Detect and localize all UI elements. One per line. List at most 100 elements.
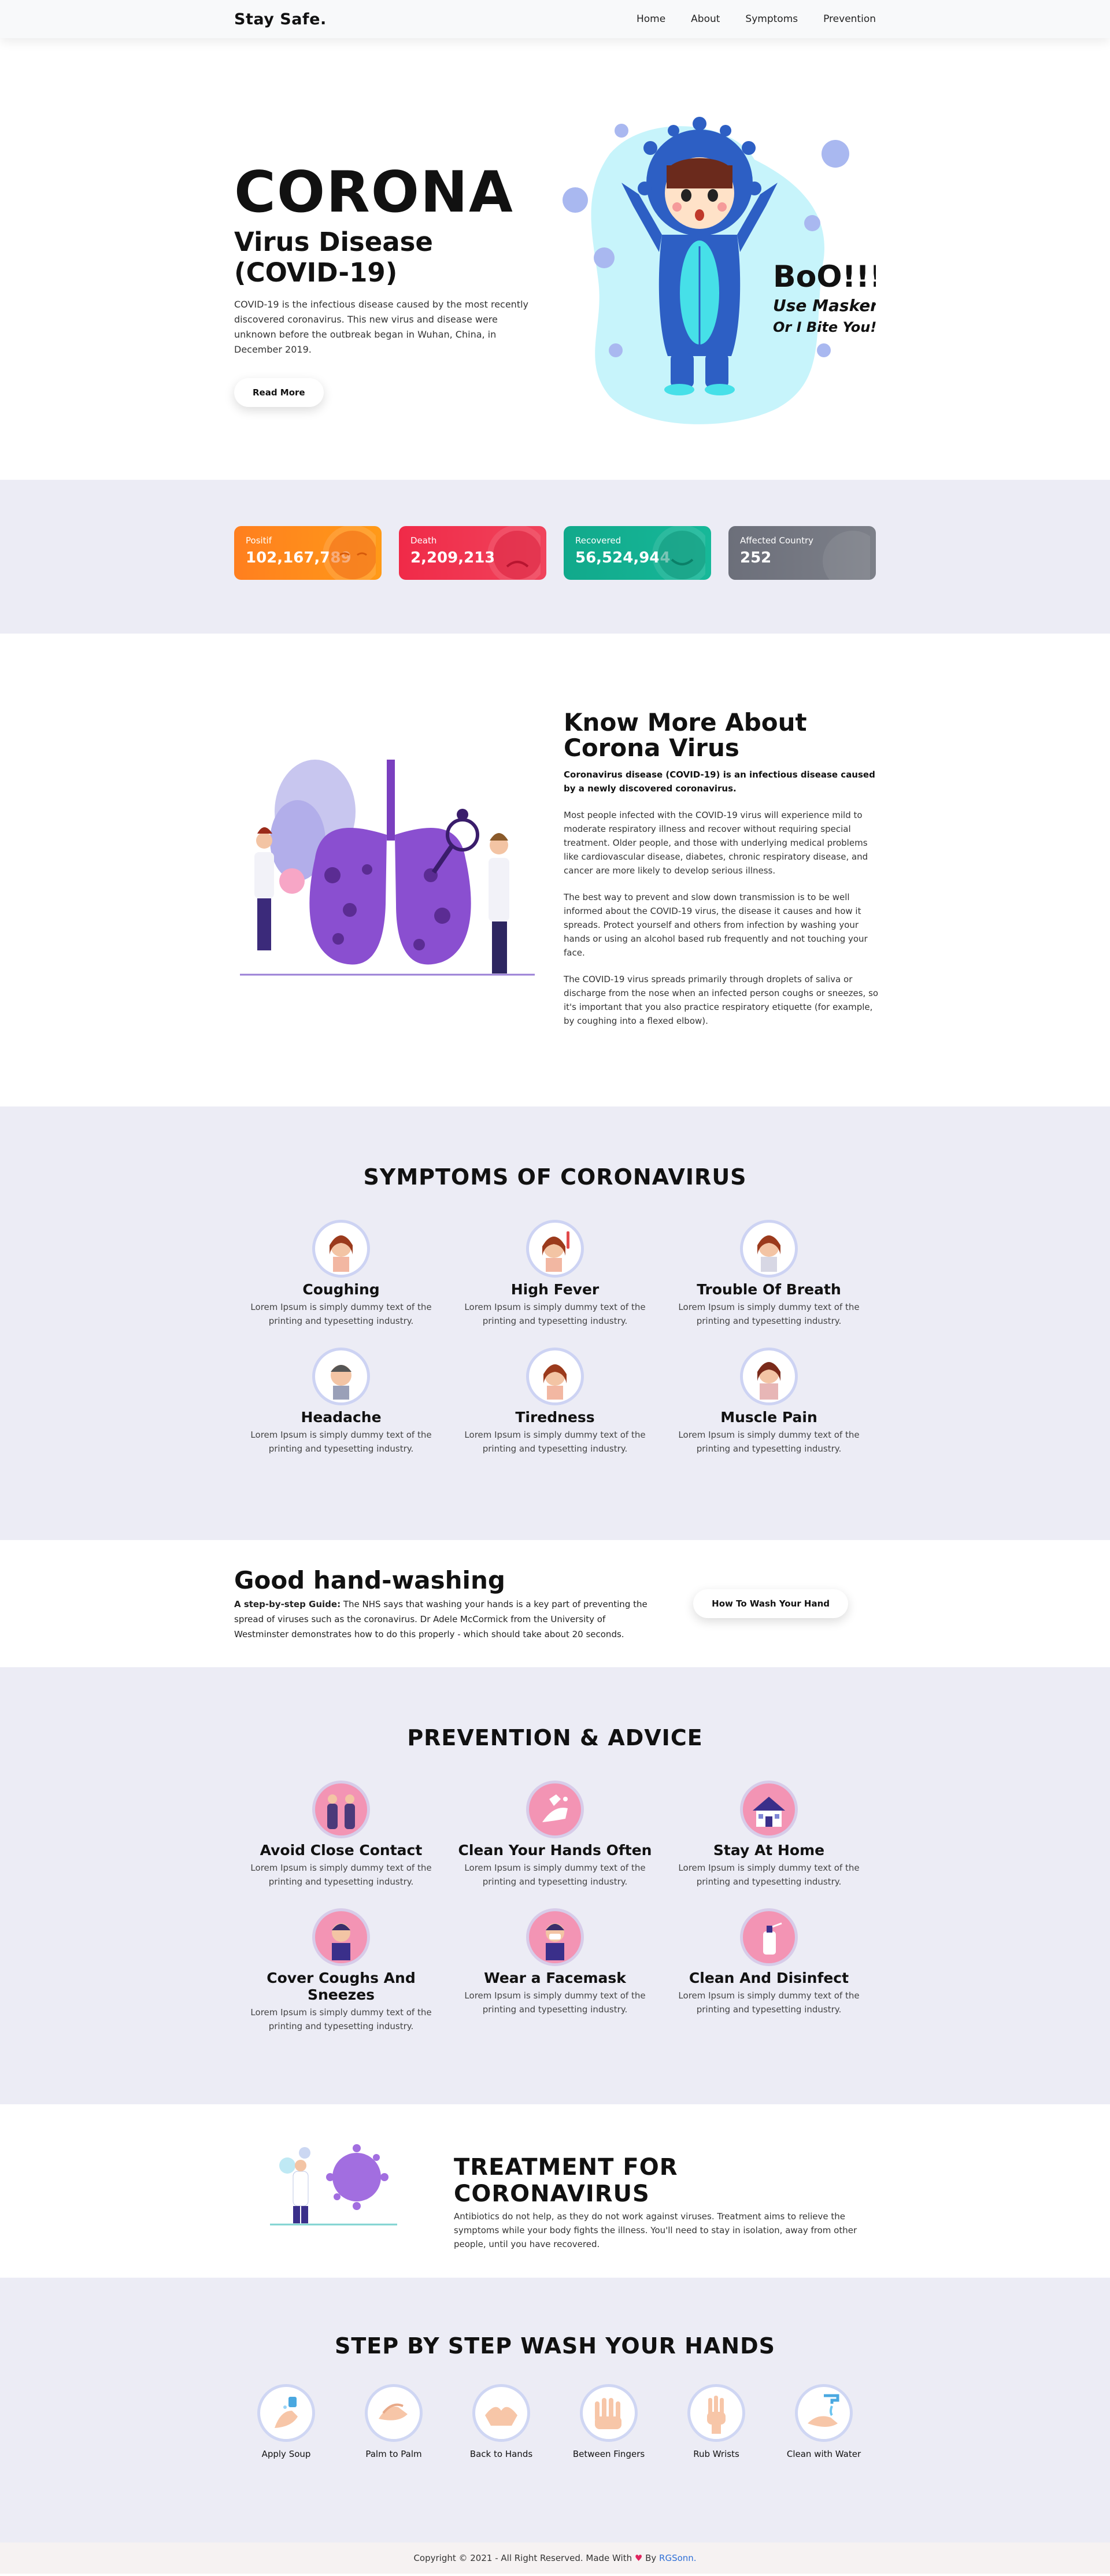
- smile-face-icon: [652, 526, 705, 580]
- prevention-card: Stay At Home Lorem Ipsum is simply dummy…: [662, 1781, 876, 1889]
- wash-step: Rub Wrists: [664, 2384, 768, 2459]
- wash-hands-icon: [526, 1781, 584, 1838]
- wash-step-label: Apply Soup: [261, 2449, 311, 2459]
- wash-step-label: Rub Wrists: [693, 2449, 739, 2459]
- symptom-card: Headache Lorem Ipsum is simply dummy tex…: [234, 1348, 448, 1456]
- cover-cough-icon: [312, 1908, 370, 1966]
- brand-logo[interactable]: Stay Safe.: [234, 10, 327, 28]
- wash-step-label: Between Fingers: [572, 2449, 645, 2459]
- prevention-item-title: Clean Your Hands Often: [458, 1842, 652, 1859]
- handwash-title: Good hand-washing: [234, 1565, 505, 1594]
- footer-by: By: [642, 2553, 660, 2563]
- prevention-card: Clean And Disinfect Lorem Ipsum is simpl…: [662, 1908, 876, 2033]
- prevention-item-title: Clean And Disinfect: [689, 1970, 849, 1986]
- hero-description: COVID-19 is the infectious disease cause…: [234, 299, 529, 355]
- treatment-description: Antibiotics do not help, as they do not …: [454, 2211, 857, 2249]
- apply-soap-icon: [257, 2384, 315, 2442]
- disinfect-spray-icon: [740, 1908, 798, 1966]
- virus-kid-illustration: BoO!!! Use Masker Or I Bite You!: [563, 117, 876, 424]
- about-title: Know More About Corona Virus: [564, 708, 807, 762]
- nav-link-about[interactable]: About: [691, 13, 720, 25]
- about-paragraph-1: Most people infected with the COVID-19 v…: [564, 810, 868, 876]
- lungs-illustration: [240, 760, 535, 976]
- wash-step-label: Back to Hands: [469, 2449, 533, 2459]
- handwash-section: Good hand-washing A step-by-step Guide: …: [0, 1540, 1110, 1667]
- about-section: Know More About Corona Virus Coronavirus…: [0, 634, 1110, 1106]
- treatment-illustration: [270, 2144, 397, 2226]
- muscle-pain-icon: [740, 1348, 798, 1405]
- clean-with-water-icon: [795, 2384, 853, 2442]
- breath-icon: [740, 1220, 798, 1278]
- prevention-item-title: Wear a Facemask: [484, 1970, 626, 1986]
- symptom-title: Headache: [301, 1409, 382, 1426]
- wash-step-label: Palm to Palm: [365, 2449, 422, 2459]
- nav-link-home[interactable]: Home: [637, 13, 665, 25]
- wash-steps-title: STEP BY STEP WASH YOUR HANDS: [334, 2333, 776, 2359]
- prevention-item-title: Avoid Close Contact: [260, 1842, 423, 1859]
- hero-title: CORONA: [234, 160, 514, 225]
- symptom-card: High Fever Lorem Ipsum is simply dummy t…: [448, 1220, 662, 1328]
- treatment-title: TREATMENT FOR CORONAVIRUS: [454, 2154, 678, 2207]
- symptom-card: Trouble Of Breath Lorem Ipsum is simply …: [662, 1220, 876, 1328]
- between-fingers-icon: [580, 2384, 638, 2442]
- nav-link-symptoms[interactable]: Symptoms: [745, 13, 798, 25]
- prevention-card: Clean Your Hands Often Lorem Ipsum is si…: [448, 1781, 662, 1889]
- prevention-section: PREVENTION & ADVICE Avoid Close Contact …: [0, 1667, 1110, 2104]
- wash-step: Palm to Palm: [342, 2384, 446, 2459]
- rub-wrists-icon: [687, 2384, 745, 2442]
- stats-section: Positif 102,167,789 Death 2,209,213 Reco…: [0, 480, 1110, 634]
- tiredness-icon: [526, 1348, 584, 1405]
- symptom-card: Tiredness Lorem Ipsum is simply dummy te…: [448, 1348, 662, 1456]
- symptom-card: Muscle Pain Lorem Ipsum is simply dummy …: [662, 1348, 876, 1456]
- symptoms-section: SYMPTOMS OF CORONAVIRUS Coughing Lorem I…: [0, 1106, 1110, 1540]
- symptoms-title: SYMPTOMS OF CORONAVIRUS: [363, 1164, 747, 1190]
- sad-face-icon: [487, 526, 541, 580]
- back-to-hands-icon: [472, 2384, 530, 2442]
- wash-step: Clean with Water: [772, 2384, 876, 2459]
- coughing-icon: [312, 1220, 370, 1278]
- hero-art-text-2: Use Masker: [773, 296, 876, 315]
- symptom-title: Trouble Of Breath: [697, 1281, 841, 1298]
- wash-steps-section: STEP BY STEP WASH YOUR HANDS Apply Soup …: [0, 2278, 1110, 2542]
- symptom-desc: Lorem Ipsum is simply dummy text of the …: [678, 1430, 860, 1454]
- heart-icon: ♥: [634, 2553, 643, 2563]
- footer-author-link[interactable]: RGSonn.: [659, 2553, 697, 2563]
- hero-art-text-3: Or I Bite You!: [773, 319, 876, 335]
- stat-card-positive: Positif 102,167,789: [234, 526, 382, 580]
- handwash-guide-label: A step-by-step Guide:: [234, 1598, 341, 1609]
- prevention-item-desc: Lorem Ipsum is simply dummy text of the …: [250, 1863, 432, 1887]
- symptom-title: Muscle Pain: [720, 1409, 817, 1426]
- about-lead: Coronavirus disease (COVID-19) is an inf…: [564, 769, 875, 794]
- prevention-card: Wear a Facemask Lorem Ipsum is simply du…: [448, 1908, 662, 2033]
- footer: Copyright © 2021 - All Right Reserved. M…: [0, 2542, 1110, 2574]
- prevention-item-title: Stay At Home: [713, 1842, 825, 1859]
- prevention-card: Cover Coughs And Sneezes Lorem Ipsum is …: [234, 1908, 448, 2033]
- stat-card-death: Death 2,209,213: [399, 526, 546, 580]
- prevention-item-title: Cover Coughs And Sneezes: [267, 1970, 416, 2003]
- hero-art-text-1: BoO!!!: [773, 260, 876, 294]
- fever-icon: [526, 1220, 584, 1278]
- wash-step: Between Fingers: [557, 2384, 661, 2459]
- read-more-button[interactable]: Read More: [234, 378, 324, 407]
- nav-link-prevention[interactable]: Prevention: [823, 13, 876, 25]
- how-to-wash-button[interactable]: How To Wash Your Hand: [693, 1589, 848, 1618]
- palm-to-palm-icon: [365, 2384, 423, 2442]
- about-paragraph-3: The COVID-19 virus spreads primarily thr…: [564, 974, 879, 1026]
- symptom-desc: Lorem Ipsum is simply dummy text of the …: [250, 1430, 432, 1454]
- wash-step-label: Clean with Water: [786, 2449, 861, 2459]
- about-paragraph-2: The best way to prevent and slow down tr…: [564, 892, 868, 958]
- treatment-section: TREATMENT FOR CORONAVIRUS Antibiotics do…: [0, 2104, 1110, 2278]
- footer-copyright: Copyright © 2021 - All Right Reserved. M…: [413, 2553, 635, 2563]
- symptom-desc: Lorem Ipsum is simply dummy text of the …: [250, 1302, 432, 1326]
- nav-links: Home About Symptoms Prevention: [637, 13, 876, 25]
- symptom-desc: Lorem Ipsum is simply dummy text of the …: [464, 1302, 646, 1326]
- symptom-title: Coughing: [302, 1281, 380, 1298]
- wash-step: Back to Hands: [449, 2384, 553, 2459]
- symptom-desc: Lorem Ipsum is simply dummy text of the …: [678, 1302, 860, 1326]
- wash-step: Apply Soup: [234, 2384, 338, 2459]
- stat-card-recovered: Recovered 56,524,944: [564, 526, 711, 580]
- symptom-desc: Lorem Ipsum is simply dummy text of the …: [464, 1430, 646, 1454]
- symptom-title: High Fever: [510, 1281, 600, 1298]
- prevention-item-desc: Lorem Ipsum is simply dummy text of the …: [464, 1863, 646, 1887]
- prevention-item-desc: Lorem Ipsum is simply dummy text of the …: [678, 1863, 860, 1887]
